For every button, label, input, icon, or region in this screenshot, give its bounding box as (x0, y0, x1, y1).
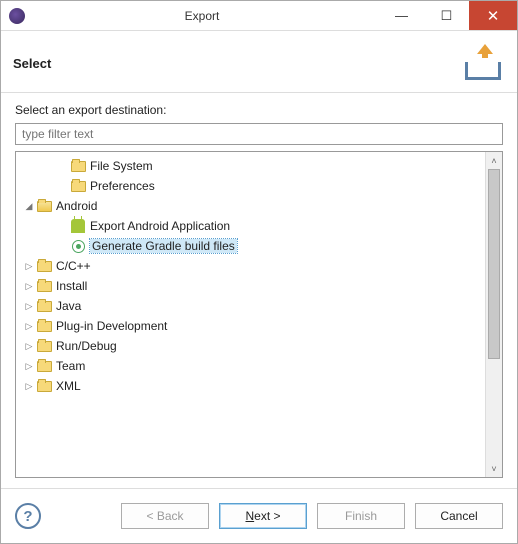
tree-label-selected: Generate Gradle build files (90, 239, 237, 253)
scrollbar[interactable]: ˄ ˅ (485, 152, 502, 477)
tree-item-generate-gradle[interactable]: ▹ Generate Gradle build files (16, 236, 485, 256)
tree-item-java[interactable]: ▷ Java (16, 296, 485, 316)
tree-item-ccpp[interactable]: ▷ C/C++ (16, 256, 485, 276)
scroll-down-icon[interactable]: ˅ (486, 460, 502, 477)
dialog-header: Select (1, 31, 517, 93)
content-area: Select an export destination: ▹ File Sys… (1, 93, 517, 488)
next-button[interactable]: Next > (219, 503, 307, 529)
tree-item-file-system[interactable]: ▹ File System (16, 156, 485, 176)
tree-item-run-debug[interactable]: ▷ Run/Debug (16, 336, 485, 356)
tree-item-android[interactable]: ◢ Android (16, 196, 485, 216)
eclipse-icon (9, 8, 25, 24)
prompt-label: Select an export destination: (15, 103, 503, 117)
button-bar: ? < Back Next > Finish Cancel (1, 488, 517, 543)
back-button[interactable]: < Back (121, 503, 209, 529)
tree-label: Preferences (90, 179, 155, 193)
tree-label: Run/Debug (56, 339, 117, 353)
collapse-icon[interactable]: ◢ (22, 201, 36, 212)
close-button[interactable]: ✕ (469, 1, 517, 30)
window-title: Export (25, 9, 379, 23)
tree-item-install[interactable]: ▷ Install (16, 276, 485, 296)
tree-label: Team (56, 359, 85, 373)
scroll-up-icon[interactable]: ˄ (486, 152, 502, 169)
export-icon (461, 44, 505, 84)
export-dialog: Export — ☐ ✕ Select Select an export des… (0, 0, 518, 544)
export-tree[interactable]: ▹ File System ▹ Preferences ◢ Android ▹ (16, 152, 485, 477)
expand-icon[interactable]: ▷ (22, 301, 36, 312)
folder-icon (36, 318, 52, 334)
expand-icon[interactable]: ▷ (22, 321, 36, 332)
expand-icon[interactable]: ▷ (22, 341, 36, 352)
cancel-button[interactable]: Cancel (415, 503, 503, 529)
gradle-icon (70, 238, 86, 254)
folder-icon (70, 158, 86, 174)
help-button[interactable]: ? (15, 503, 41, 529)
scroll-thumb[interactable] (488, 169, 500, 359)
minimize-button[interactable]: — (379, 1, 424, 30)
expand-icon[interactable]: ▷ (22, 381, 36, 392)
tree-item-preferences[interactable]: ▹ Preferences (16, 176, 485, 196)
tree-label: Android (56, 199, 97, 213)
tree-label: Install (56, 279, 87, 293)
folder-icon (36, 338, 52, 354)
titlebar: Export — ☐ ✕ (1, 1, 517, 31)
tree-label: C/C++ (56, 259, 91, 273)
tree-label: XML (56, 379, 81, 393)
filter-input[interactable] (15, 123, 503, 145)
folder-icon (36, 358, 52, 374)
tree-label: Plug-in Development (56, 319, 167, 333)
tree-label: Java (56, 299, 81, 313)
tree-label: Export Android Application (90, 219, 230, 233)
tree-item-xml[interactable]: ▷ XML (16, 376, 485, 396)
maximize-button[interactable]: ☐ (424, 1, 469, 30)
expand-icon[interactable]: ▷ (22, 261, 36, 272)
tree-item-export-android-app[interactable]: ▹ Export Android Application (16, 216, 485, 236)
tree-item-team[interactable]: ▷ Team (16, 356, 485, 376)
page-title: Select (13, 56, 461, 71)
tree-item-plugin-dev[interactable]: ▷ Plug-in Development (16, 316, 485, 336)
expand-icon[interactable]: ▷ (22, 281, 36, 292)
tree-label: File System (90, 159, 153, 173)
finish-button[interactable]: Finish (317, 503, 405, 529)
folder-icon (70, 178, 86, 194)
android-icon (70, 218, 86, 234)
folder-open-icon (36, 198, 52, 214)
expand-icon[interactable]: ▷ (22, 361, 36, 372)
folder-icon (36, 258, 52, 274)
folder-icon (36, 298, 52, 314)
folder-icon (36, 278, 52, 294)
folder-icon (36, 378, 52, 394)
tree-container: ▹ File System ▹ Preferences ◢ Android ▹ (15, 151, 503, 478)
